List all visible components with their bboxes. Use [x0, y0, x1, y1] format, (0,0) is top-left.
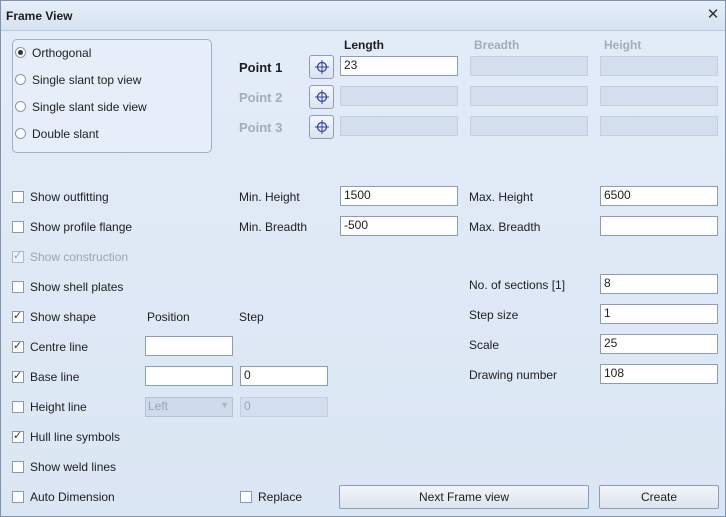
show-shape-checkbox[interactable]: [12, 309, 24, 323]
point-2-height-input[interactable]: [600, 86, 718, 106]
point-2-length-input[interactable]: [340, 86, 458, 106]
height-line-position-select[interactable]: Left ▼: [145, 397, 233, 417]
height-line-checkbox[interactable]: [12, 401, 24, 413]
radio-single-slant-side[interactable]: [15, 101, 26, 112]
max-breadth-input[interactable]: [600, 216, 718, 236]
point-1-height-input[interactable]: [600, 56, 718, 76]
show-construction-checkbox[interactable]: [12, 249, 24, 263]
sections-count-input[interactable]: 8: [600, 274, 718, 294]
radio-single-slant-side-label[interactable]: Single slant side view: [32, 100, 147, 114]
point-3-breadth-input[interactable]: [470, 116, 588, 136]
chevron-down-icon: ▼: [220, 400, 229, 410]
base-line-step-input[interactable]: 0: [240, 366, 328, 386]
window-title: Frame View: [6, 9, 73, 23]
show-outfitting-label[interactable]: Show outfitting: [30, 190, 109, 204]
sections-count-label: No. of sections [1]: [469, 278, 566, 292]
point-2-label: Point 2: [239, 90, 283, 105]
header-breadth: Breadth: [474, 38, 520, 52]
radio-single-slant-top-label[interactable]: Single slant top view: [32, 73, 141, 87]
show-profile-flange-label[interactable]: Show profile flange: [30, 220, 132, 234]
crosshair-icon: [315, 120, 329, 134]
point-3-height-input[interactable]: [600, 116, 718, 136]
min-breadth-input[interactable]: -500: [340, 216, 458, 236]
frame-view-dialog: Frame View ✕ Orthogonal Single slant top…: [0, 0, 726, 517]
point-3-pick-button[interactable]: [309, 115, 334, 139]
drawing-number-label: Drawing number: [469, 368, 558, 382]
header-height: Height: [604, 38, 642, 52]
point-1-length-input[interactable]: 23: [340, 56, 458, 76]
step-column-header: Step: [239, 310, 264, 324]
min-height-input[interactable]: 1500: [340, 186, 458, 206]
point-2-pick-button[interactable]: [309, 85, 334, 109]
show-weld-lines-label[interactable]: Show weld lines: [30, 460, 116, 474]
max-breadth-label: Max. Breadth: [469, 220, 541, 234]
point-3-label: Point 3: [239, 120, 283, 135]
close-icon[interactable]: ✕: [705, 7, 721, 23]
base-line-checkbox[interactable]: [12, 369, 24, 383]
title-bar: Frame View ✕: [1, 1, 725, 31]
radio-orthogonal[interactable]: [15, 47, 26, 58]
show-shell-plates-label[interactable]: Show shell plates: [30, 280, 123, 294]
header-length: Length: [344, 38, 384, 52]
point-1-breadth-input[interactable]: [470, 56, 588, 76]
max-height-input[interactable]: 6500: [600, 186, 718, 206]
radio-double-slant[interactable]: [15, 128, 26, 139]
min-breadth-label: Min. Breadth: [239, 220, 308, 234]
height-line-step-input[interactable]: 0: [240, 397, 328, 417]
base-line-position-input[interactable]: [145, 366, 233, 386]
drawing-number-input[interactable]: 108: [600, 364, 718, 384]
crosshair-icon: [315, 60, 329, 74]
base-line-label[interactable]: Base line: [30, 370, 79, 384]
hull-line-symbols-label[interactable]: Hull line symbols: [30, 430, 120, 444]
crosshair-icon: [315, 90, 329, 104]
centre-line-position-input[interactable]: [145, 336, 233, 356]
point-1-label: Point 1: [239, 60, 283, 75]
position-column-header: Position: [147, 310, 190, 324]
radio-orthogonal-label[interactable]: Orthogonal: [32, 46, 91, 60]
point-1-pick-button[interactable]: [309, 55, 334, 79]
scale-label: Scale: [469, 338, 500, 352]
radio-double-slant-label[interactable]: Double slant: [32, 127, 99, 141]
max-height-label: Max. Height: [469, 190, 534, 204]
centre-line-label[interactable]: Centre line: [30, 340, 88, 354]
replace-label[interactable]: Replace: [258, 490, 302, 504]
step-size-input[interactable]: 1: [600, 304, 718, 324]
next-frame-view-button[interactable]: Next Frame view: [339, 485, 589, 509]
radio-single-slant-top[interactable]: [15, 74, 26, 85]
hull-line-symbols-checkbox[interactable]: [12, 429, 24, 443]
min-height-label: Min. Height: [239, 190, 300, 204]
height-line-label[interactable]: Height line: [30, 400, 87, 414]
auto-dimension-checkbox[interactable]: [12, 491, 24, 503]
point-3-length-input[interactable]: [340, 116, 458, 136]
show-outfitting-checkbox[interactable]: [12, 191, 24, 203]
show-profile-flange-checkbox[interactable]: [12, 221, 24, 233]
point-2-breadth-input[interactable]: [470, 86, 588, 106]
step-size-label: Step size: [469, 308, 519, 322]
height-line-position-value: Left: [148, 399, 169, 413]
scale-input[interactable]: 25: [600, 334, 718, 354]
show-weld-lines-checkbox[interactable]: [12, 461, 24, 473]
show-shell-plates-checkbox[interactable]: [12, 281, 24, 293]
show-construction-label[interactable]: Show construction: [30, 250, 128, 264]
show-shape-label[interactable]: Show shape: [30, 310, 96, 324]
create-button[interactable]: Create: [599, 485, 719, 509]
centre-line-checkbox[interactable]: [12, 339, 24, 353]
auto-dimension-label[interactable]: Auto Dimension: [30, 490, 115, 504]
replace-checkbox[interactable]: [240, 491, 252, 503]
